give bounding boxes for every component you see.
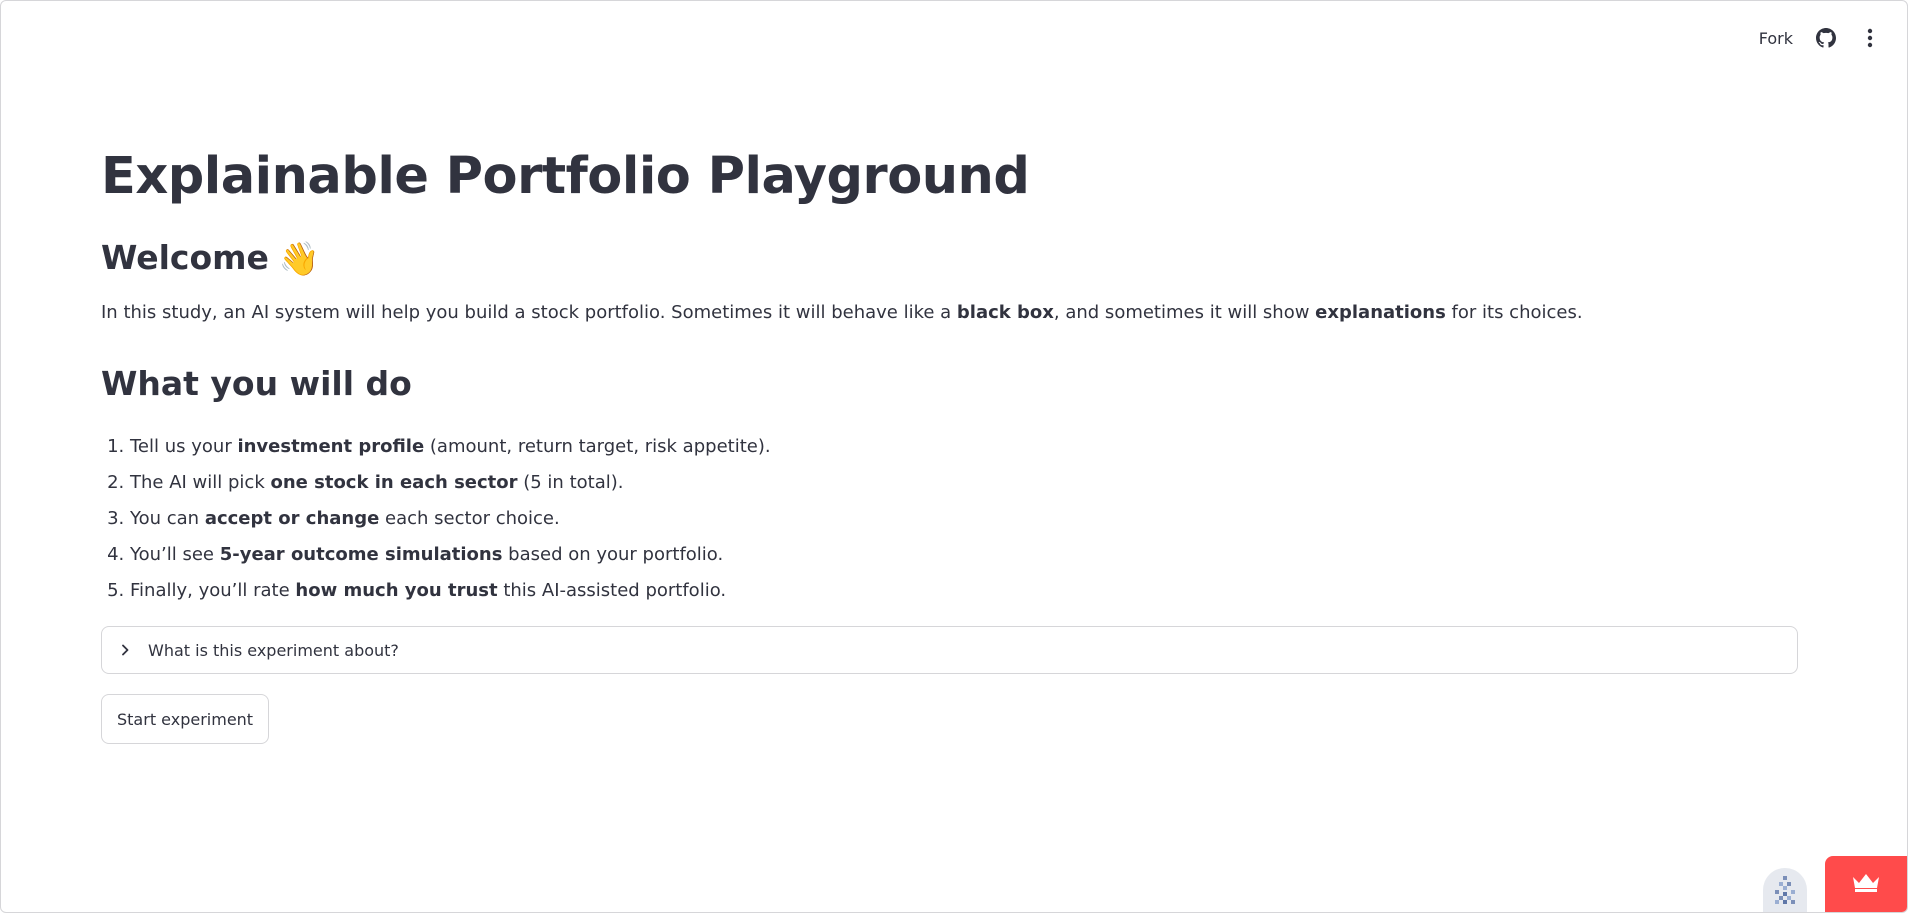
chevron-right-icon <box>120 643 134 657</box>
step-text-pre: Finally, you’ll rate <box>130 580 296 601</box>
crown-icon <box>1851 871 1881 897</box>
step-text-pre: You can <box>130 508 205 529</box>
fork-link[interactable]: Fork <box>1759 29 1793 48</box>
step-text-pre: You’ll see <box>130 544 220 565</box>
intro-bold-2: explanations <box>1315 302 1446 323</box>
list-item: Tell us your investment profile (amount,… <box>130 429 1798 465</box>
status-avatar[interactable] <box>1763 868 1807 912</box>
intro-paragraph: In this study, an AI system will help yo… <box>101 299 1798 327</box>
step-text-post: this AI-assisted portfolio. <box>497 580 727 601</box>
intro-text-2: , and sometimes it will show <box>1053 302 1316 323</box>
welcome-heading-text: Welcome <box>101 238 269 277</box>
step-text-bold: one stock in each sector <box>270 472 518 493</box>
step-text-post: (amount, return target, risk appetite). <box>424 436 771 457</box>
step-text-bold: how much you trust <box>295 580 498 601</box>
expander-label: What is this experiment about? <box>148 640 399 660</box>
welcome-heading: Welcome 👋 <box>101 235 1798 281</box>
intro-text-3: for its choices. <box>1445 302 1583 323</box>
step-text-post: based on your portfolio. <box>502 544 724 565</box>
main-content: Explainable Portfolio Playground Welcome… <box>101 141 1798 744</box>
steps-list: Tell us your investment profile (amount,… <box>101 429 1798 609</box>
waving-hand-icon: 👋 <box>278 238 321 278</box>
step-text-post: (5 in total). <box>517 472 624 493</box>
github-icon[interactable] <box>1815 27 1837 49</box>
steps-heading: What you will do <box>101 364 412 403</box>
intro-bold-1: black box <box>956 302 1054 323</box>
step-text-bold: 5-year outcome simulations <box>219 544 503 565</box>
intro-text-1: In this study, an AI system will help yo… <box>101 302 957 323</box>
step-text-bold: accept or change <box>204 508 380 529</box>
step-text-pre: The AI will pick <box>130 472 271 493</box>
top-toolbar: Fork <box>1759 21 1881 55</box>
page-title: Explainable Portfolio Playground <box>101 147 1030 206</box>
list-item: You’ll see 5-year outcome simulations ba… <box>130 537 1798 573</box>
step-text-pre: Tell us your <box>130 436 238 457</box>
streamlit-crown-badge[interactable] <box>1825 856 1907 912</box>
step-text-bold: investment profile <box>237 436 425 457</box>
list-item: You can accept or change each sector cho… <box>130 501 1798 537</box>
app-window: Fork Explainable Portfolio Playground We… <box>0 0 1908 913</box>
step-text-post: each sector choice. <box>379 508 560 529</box>
list-item: Finally, you’ll rate how much you trust … <box>130 573 1798 609</box>
experiment-info-expander[interactable]: What is this experiment about? <box>101 626 1798 674</box>
list-item: The AI will pick one stock in each secto… <box>130 465 1798 501</box>
more-vertical-icon[interactable] <box>1859 27 1881 49</box>
start-experiment-button[interactable]: Start experiment <box>101 694 270 744</box>
